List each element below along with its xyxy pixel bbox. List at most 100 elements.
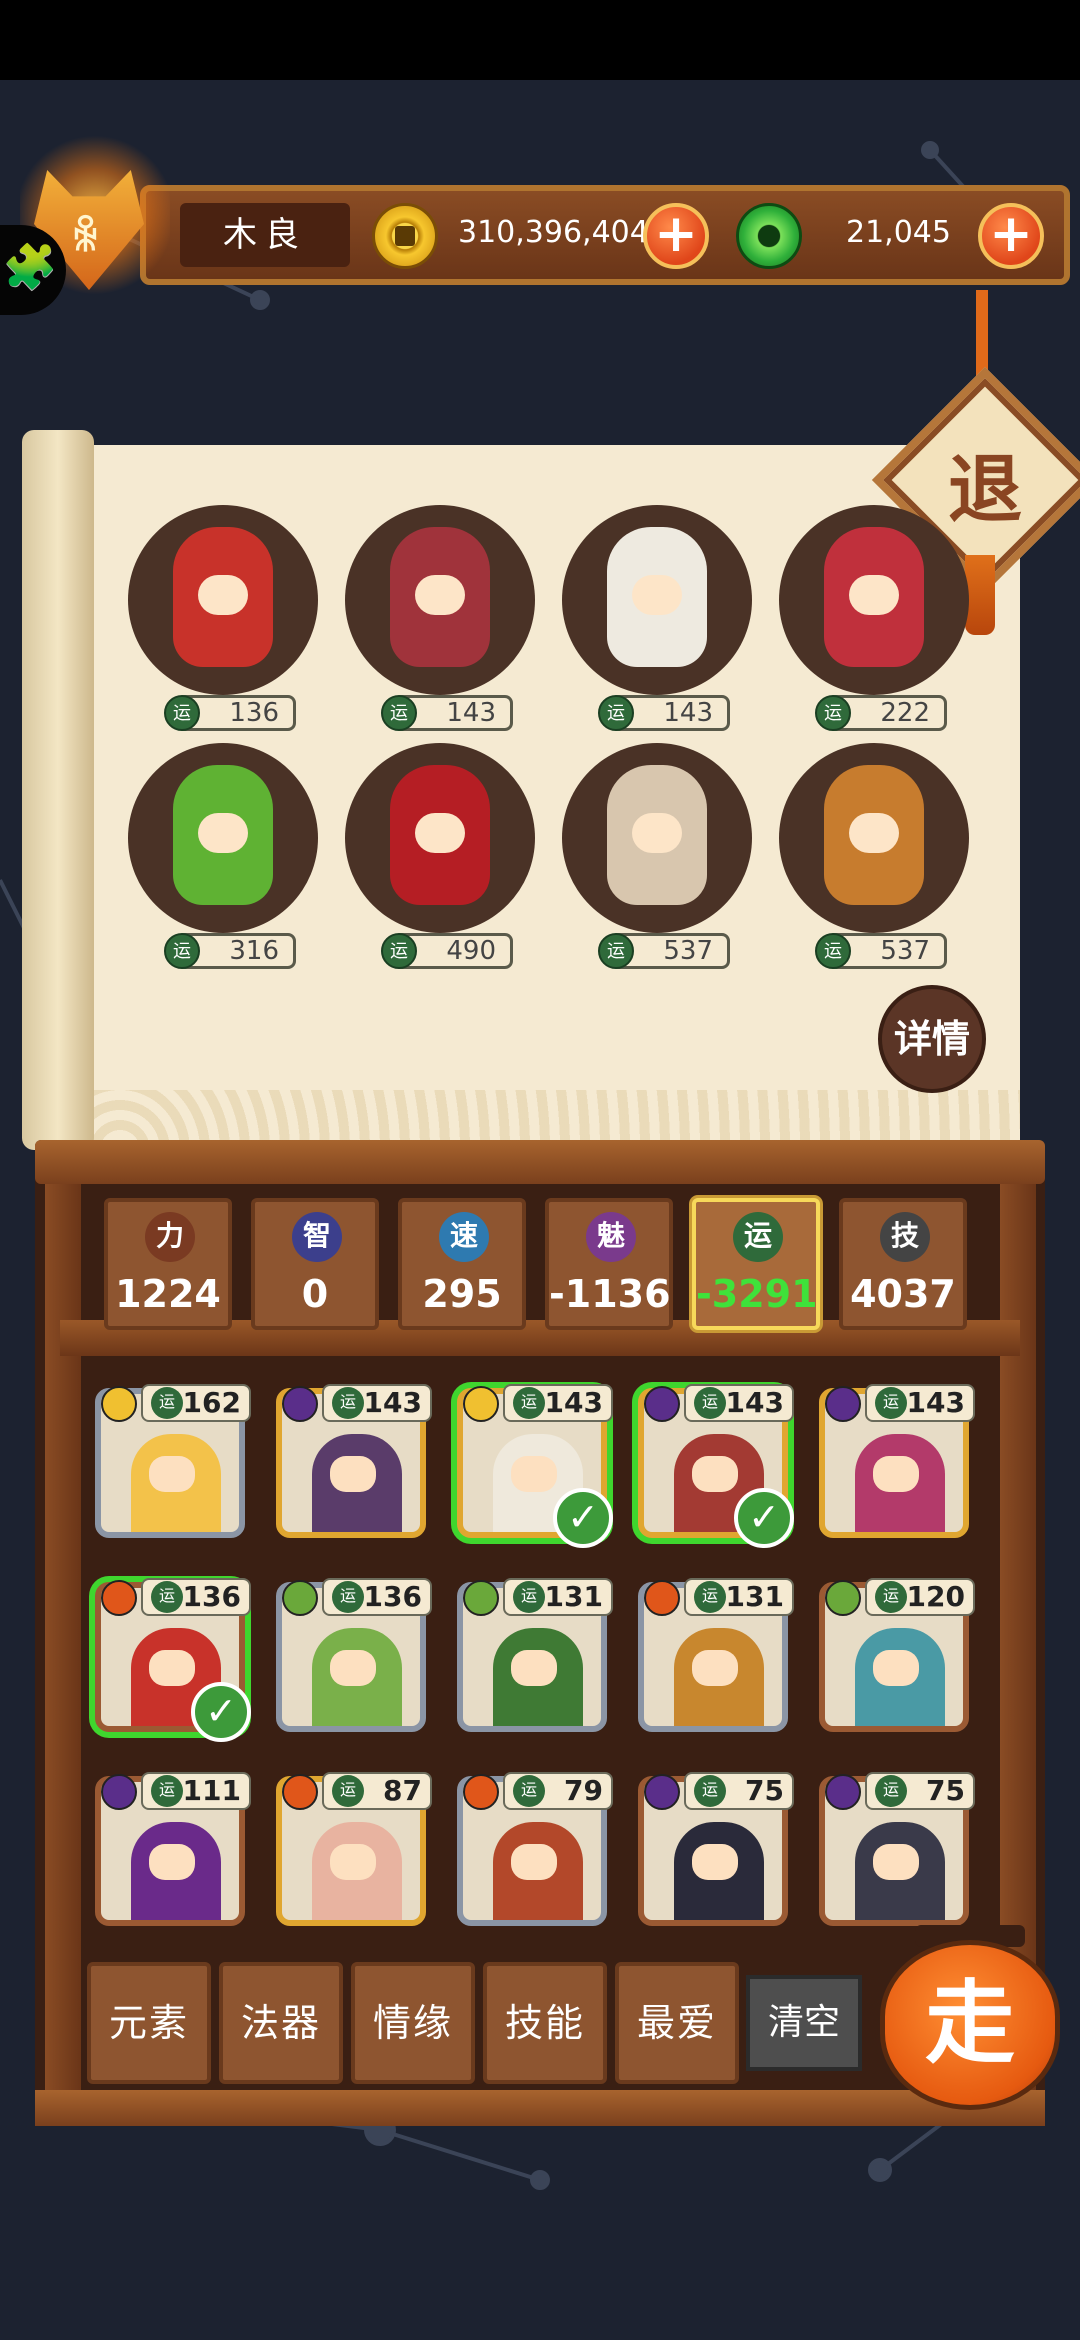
- jade-coin-icon: [736, 203, 802, 269]
- stat-tile[interactable]: 运 -3291: [692, 1198, 820, 1330]
- go-button[interactable]: 走: [880, 1940, 1060, 2110]
- check-icon: ✓: [734, 1488, 794, 1548]
- stat-tile[interactable]: 力 1224: [104, 1198, 232, 1330]
- luck-icon: 运: [164, 933, 200, 969]
- selected-hero-portrait[interactable]: [779, 743, 969, 933]
- luck-icon: 运: [381, 695, 417, 731]
- stat-tile[interactable]: 技 4037: [839, 1198, 967, 1330]
- hero-face: [511, 1650, 557, 1686]
- selected-hero-portrait[interactable]: [345, 743, 535, 933]
- gold-plus-button[interactable]: +: [643, 203, 709, 269]
- element-icon: [101, 1386, 137, 1422]
- luck-icon: 运: [151, 1387, 183, 1419]
- stat-icon: 力: [145, 1212, 195, 1262]
- stat-tile[interactable]: 智0: [251, 1198, 379, 1330]
- filter-button[interactable]: 情缘: [351, 1962, 475, 2084]
- element-icon: [463, 1774, 499, 1810]
- luck-icon: 运: [513, 1387, 545, 1419]
- hero-face: [198, 813, 248, 853]
- stat-tile[interactable]: 魅 -1136: [545, 1198, 673, 1330]
- element-icon: [282, 1386, 318, 1422]
- exit-label: 退: [948, 447, 1022, 533]
- stat-value: 1224: [115, 1272, 221, 1316]
- hero-face: [415, 575, 465, 615]
- jade-amount: 21,045: [846, 215, 951, 250]
- hero-face: [198, 575, 248, 615]
- element-icon: [282, 1580, 318, 1616]
- stat-value: 295: [422, 1272, 502, 1316]
- luck-icon: 运: [694, 1581, 726, 1613]
- hero-face: [849, 575, 899, 615]
- hero-face: [873, 1650, 919, 1686]
- board-top-beam: [35, 1140, 1045, 1184]
- selected-hero-portrait[interactable]: [562, 505, 752, 695]
- luck-icon: 运: [598, 695, 634, 731]
- check-icon: ✓: [191, 1682, 251, 1742]
- stat-icon: 速: [439, 1212, 489, 1262]
- hero-face: [149, 1650, 195, 1686]
- hero-face: [692, 1456, 738, 1492]
- luck-icon: 运: [381, 933, 417, 969]
- check-icon: ✓: [553, 1488, 613, 1548]
- stat-value: -1136: [549, 1272, 671, 1316]
- hero-face: [849, 813, 899, 853]
- element-icon: [644, 1580, 680, 1616]
- luck-icon: 运: [332, 1775, 364, 1807]
- luck-icon: 运: [332, 1581, 364, 1613]
- stat-icon: 运: [733, 1212, 783, 1262]
- luck-icon: 运: [694, 1775, 726, 1807]
- luck-icon: 运: [513, 1775, 545, 1807]
- luck-icon: 运: [875, 1581, 907, 1613]
- element-icon: [825, 1386, 861, 1422]
- hero-face: [330, 1456, 376, 1492]
- filter-button[interactable]: 技能: [483, 1962, 607, 2084]
- selected-hero-portrait[interactable]: [128, 743, 318, 933]
- stat-icon: 技: [880, 1212, 930, 1262]
- selected-hero-portrait[interactable]: [562, 743, 752, 933]
- element-icon: [825, 1774, 861, 1810]
- clear-button[interactable]: 清空: [746, 1975, 862, 2071]
- hero-face: [632, 813, 682, 853]
- element-icon: [101, 1774, 137, 1810]
- luck-icon: 运: [332, 1387, 364, 1419]
- hero-face: [415, 813, 465, 853]
- element-icon: [282, 1774, 318, 1810]
- element-icon: [644, 1774, 680, 1810]
- luck-icon: 运: [598, 933, 634, 969]
- luck-icon: 运: [151, 1775, 183, 1807]
- stat-value: 0: [301, 1272, 329, 1316]
- luck-icon: 运: [815, 933, 851, 969]
- element-icon: [463, 1580, 499, 1616]
- board-left-post: [45, 1180, 81, 2100]
- filter-button[interactable]: 法器: [219, 1962, 343, 2084]
- jade-plus-button[interactable]: +: [978, 203, 1044, 269]
- filter-button[interactable]: 最爱: [615, 1962, 739, 2084]
- stat-tile[interactable]: 速 295: [398, 1198, 526, 1330]
- scroll-roller: [22, 430, 94, 1150]
- avatar-glyph: ꆜ: [70, 215, 102, 261]
- hero-face: [692, 1650, 738, 1686]
- hero-face: [873, 1844, 919, 1880]
- luck-icon: 运: [151, 1581, 183, 1613]
- luck-icon: 运: [875, 1775, 907, 1807]
- hero-face: [511, 1456, 557, 1492]
- exit-tassel: [965, 555, 995, 635]
- luck-icon: 运: [164, 695, 200, 731]
- selected-hero-portrait[interactable]: [779, 505, 969, 695]
- details-button[interactable]: 详情: [878, 985, 986, 1093]
- gold-amount: 310,396,404: [458, 215, 649, 250]
- player-name: 木良: [180, 203, 350, 267]
- luck-icon: 运: [694, 1387, 726, 1419]
- selected-hero-portrait[interactable]: [128, 505, 318, 695]
- luck-icon: 运: [815, 695, 851, 731]
- element-icon: [101, 1580, 137, 1616]
- hero-face: [330, 1844, 376, 1880]
- hero-face: [873, 1456, 919, 1492]
- filter-button[interactable]: 元素: [87, 1962, 211, 2084]
- selected-hero-portrait[interactable]: [345, 505, 535, 695]
- element-icon: [463, 1386, 499, 1422]
- luck-icon: 运: [875, 1387, 907, 1419]
- hero-face: [330, 1650, 376, 1686]
- stat-icon: 魅: [586, 1212, 636, 1262]
- hero-face: [149, 1844, 195, 1880]
